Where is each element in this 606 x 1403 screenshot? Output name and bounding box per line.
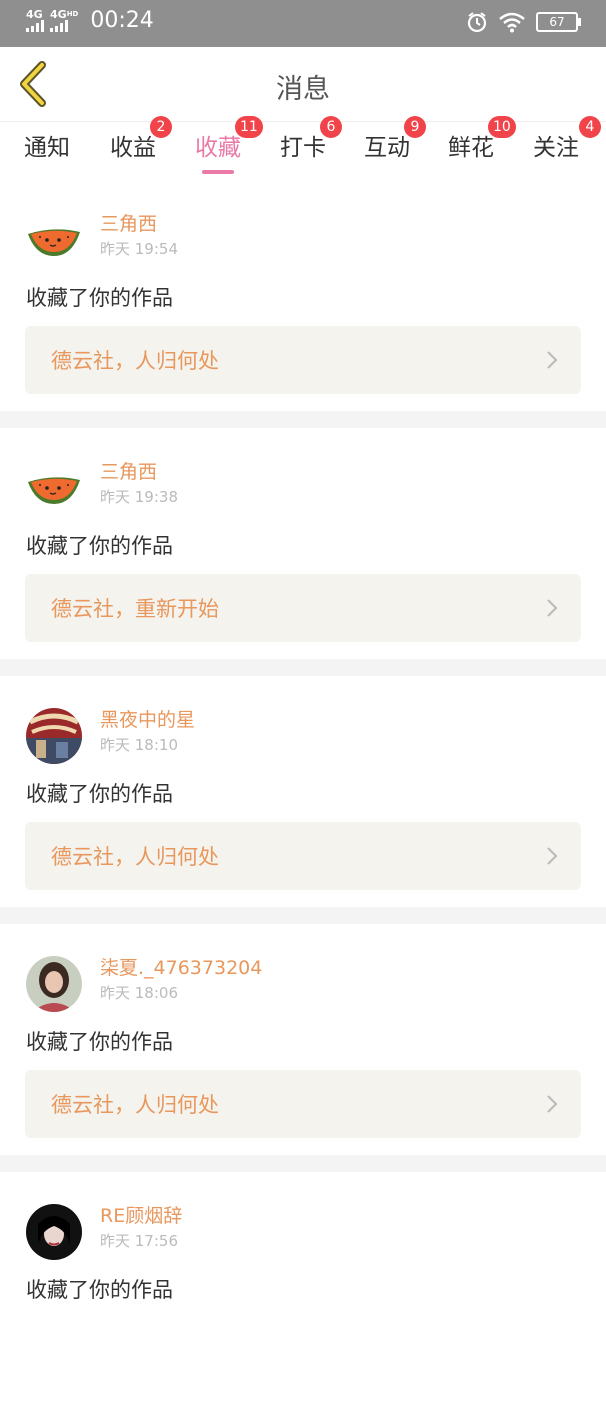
tab-label: 关注 xyxy=(533,135,579,161)
unread-badge: 2 xyxy=(150,116,172,138)
tab-label: 互动 xyxy=(364,135,410,161)
chevron-right-icon xyxy=(547,847,558,865)
username[interactable]: RE顾烟辞 xyxy=(100,1201,182,1228)
tab-label: 收藏 xyxy=(195,135,241,161)
list-item: 三角西 昨天 19:54 收藏了你的作品 德云社，人归何处 xyxy=(0,180,606,411)
tab-label: 通知 xyxy=(24,135,70,161)
work-link[interactable]: 德云社，人归何处 xyxy=(25,1070,581,1138)
timestamp: 昨天 19:54 xyxy=(100,240,178,258)
timestamp: 昨天 19:38 xyxy=(100,488,178,506)
message-list: 三角西 昨天 19:54 收藏了你的作品 德云社，人归何处 三角西 昨天 19:… xyxy=(0,180,606,1403)
list-item: 三角西 昨天 19:38 收藏了你的作品 德云社，重新开始 xyxy=(0,428,606,659)
work-title: 德云社，人归何处 xyxy=(51,349,219,373)
list-item: RE顾烟辞 昨天 17:56 收藏了你的作品 xyxy=(0,1172,606,1403)
network-indicators: 4G 4GHD 00:24 xyxy=(26,8,154,33)
work-link[interactable]: 德云社，重新开始 xyxy=(25,574,581,642)
tab-label: 鲜花 xyxy=(448,135,494,161)
signal-2: 4GHD xyxy=(50,9,78,32)
list-item: 黑夜中的星 昨天 18:10 收藏了你的作品 德云社，人归何处 xyxy=(0,676,606,907)
tab-flowers[interactable]: 鲜花 10 xyxy=(448,116,516,162)
divider xyxy=(0,411,606,428)
divider xyxy=(0,1155,606,1172)
watermelon-avatar[interactable] xyxy=(26,212,82,268)
battery-icon: 67 xyxy=(536,12,581,32)
tab-interaction[interactable]: 互动 9 xyxy=(364,116,426,162)
union-company-avatar[interactable] xyxy=(26,708,82,764)
action-text: 收藏了你的作品 xyxy=(26,534,173,558)
network-hd-label: HD xyxy=(66,10,79,18)
timestamp: 昨天 18:06 xyxy=(100,984,178,1002)
unread-badge: 11 xyxy=(235,116,263,138)
watermelon-avatar[interactable] xyxy=(26,460,82,516)
unread-badge: 6 xyxy=(320,116,342,138)
divider xyxy=(0,907,606,924)
unread-badge: 10 xyxy=(488,116,516,138)
title-bar: 消息 xyxy=(0,47,606,122)
tab-label: 收益 xyxy=(110,135,156,161)
network-type-label: 4G xyxy=(26,8,43,21)
tab-checkin[interactable]: 打卡 6 xyxy=(280,116,342,162)
username[interactable]: 黑夜中的星 xyxy=(100,705,195,732)
work-title: 德云社，重新开始 xyxy=(51,597,219,621)
signal-bars-icon xyxy=(50,20,68,32)
chevron-right-icon xyxy=(547,351,558,369)
action-text: 收藏了你的作品 xyxy=(26,782,173,806)
username[interactable]: 柒夏._476373204 xyxy=(100,953,262,980)
chevron-right-icon xyxy=(547,1095,558,1113)
signal-bars-icon xyxy=(26,20,44,32)
work-title: 德云社，人归何处 xyxy=(51,845,219,869)
alarm-icon xyxy=(467,12,487,33)
work-title: 德云社，人归何处 xyxy=(51,1093,219,1117)
divider xyxy=(0,659,606,676)
timestamp: 昨天 17:56 xyxy=(100,1232,178,1250)
girl-photo-avatar[interactable] xyxy=(26,956,82,1012)
action-text: 收藏了你的作品 xyxy=(26,286,173,310)
action-text: 收藏了你的作品 xyxy=(26,1030,173,1054)
tab-favorites[interactable]: 收藏 11 xyxy=(195,116,263,174)
tab-notify[interactable]: 通知 xyxy=(24,128,70,162)
message-tabs: 通知 收益 2 收藏 11 打卡 6 互动 9 鲜花 10 关注 4 xyxy=(0,116,606,180)
tab-follow[interactable]: 关注 4 xyxy=(533,116,601,162)
work-link[interactable]: 德云社，人归何处 xyxy=(25,822,581,890)
status-icons: 67 xyxy=(466,11,581,33)
dark-photo-avatar[interactable] xyxy=(26,1204,82,1260)
tab-earnings[interactable]: 收益 2 xyxy=(110,116,172,162)
chevron-right-icon xyxy=(547,599,558,617)
active-tab-indicator xyxy=(202,170,234,174)
wifi-icon xyxy=(499,12,525,33)
work-link[interactable]: 德云社，人归何处 xyxy=(25,326,581,394)
action-text: 收藏了你的作品 xyxy=(26,1278,173,1302)
username[interactable]: 三角西 xyxy=(100,209,157,236)
tab-label: 打卡 xyxy=(280,135,326,161)
list-item: 柒夏._476373204 昨天 18:06 收藏了你的作品 德云社，人归何处 xyxy=(0,924,606,1155)
unread-badge: 9 xyxy=(404,116,426,138)
clock: 00:24 xyxy=(90,8,154,33)
username[interactable]: 三角西 xyxy=(100,457,157,484)
signal-1: 4G xyxy=(26,9,44,32)
status-bar: 4G 4GHD 00:24 67 xyxy=(0,0,606,47)
timestamp: 昨天 18:10 xyxy=(100,736,178,754)
unread-badge: 4 xyxy=(579,116,601,138)
page-title: 消息 xyxy=(276,74,330,105)
